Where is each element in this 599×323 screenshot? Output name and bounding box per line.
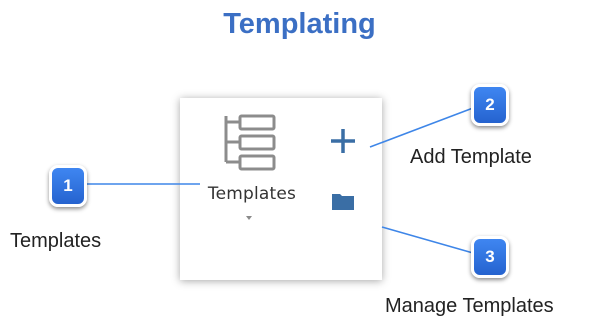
- callout-text-add-template: Add Template: [410, 146, 532, 168]
- leader-line-2: [369, 107, 474, 148]
- callout-badge-3: 3: [471, 236, 509, 278]
- leader-line-3: [381, 226, 474, 254]
- callout-badge-1: 1: [49, 165, 87, 207]
- callout-text-manage-templates: Manage Templates: [385, 295, 554, 317]
- callout-text-templates: Templates: [10, 230, 102, 252]
- callout-badge-2: 2: [471, 84, 509, 126]
